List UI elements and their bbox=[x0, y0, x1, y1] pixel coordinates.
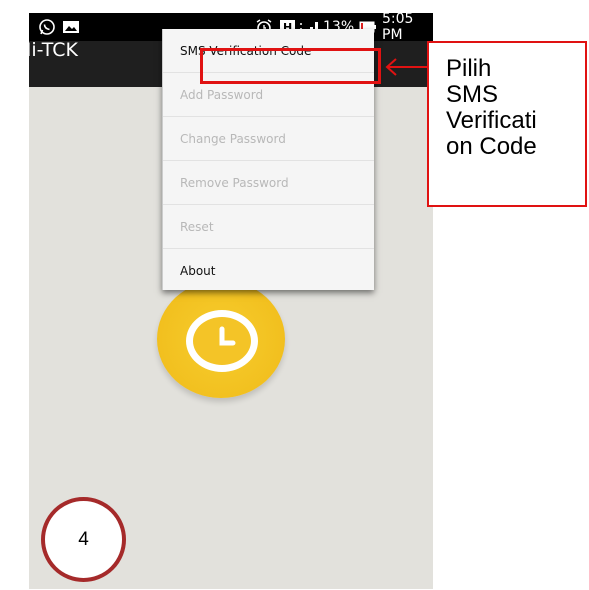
whatsapp-icon bbox=[38, 13, 56, 41]
step-number-badge: 4 bbox=[41, 497, 126, 582]
menu-item-change-password[interactable]: Change Password bbox=[163, 117, 374, 160]
app-title: Mi-TCK bbox=[15, 39, 79, 61]
image-icon bbox=[62, 13, 80, 41]
status-time: 5:05 PM bbox=[382, 13, 414, 43]
arrow-left-icon bbox=[385, 58, 429, 76]
menu-item-remove-password[interactable]: Remove Password bbox=[163, 161, 374, 204]
callout-text: Pilih SMS Verificati on Code bbox=[446, 55, 537, 160]
menu-item-reset[interactable]: Reset bbox=[163, 205, 374, 248]
menu-item-about[interactable]: About bbox=[163, 249, 374, 292]
clock-icon bbox=[186, 310, 258, 372]
highlight-box bbox=[200, 48, 381, 84]
step-number: 4 bbox=[78, 528, 89, 550]
